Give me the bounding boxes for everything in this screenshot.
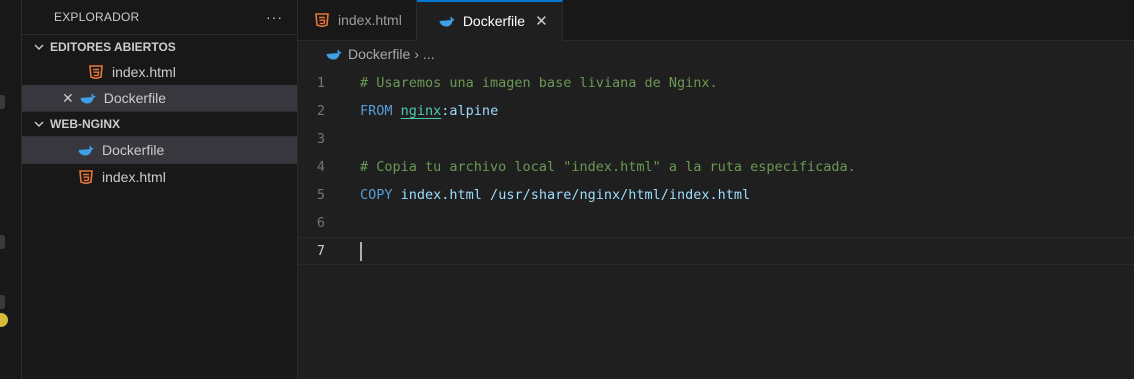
code-keyword: COPY — [360, 187, 393, 203]
file-item-index-html[interactable]: index.html — [22, 164, 297, 190]
open-editor-label: Dockerfile — [103, 90, 166, 106]
html5-icon — [78, 169, 94, 185]
tab-index-html[interactable]: index.html — [298, 0, 417, 40]
line-number: 2 — [316, 103, 325, 119]
activity-bar-marker — [0, 295, 5, 309]
section-web-nginx[interactable]: WEB-NGINX — [22, 111, 297, 136]
explorer-title: EXPLORADOR — [54, 10, 140, 24]
code-comment: # Usaremos una imagen base liviana de Ng… — [360, 75, 718, 91]
activity-bar-marker — [0, 235, 5, 249]
docker-icon — [78, 142, 94, 158]
code-line: 2 FROM nginx:alpine — [298, 97, 1134, 125]
file-label: index.html — [102, 169, 166, 185]
activity-bar — [0, 0, 22, 379]
docker-icon — [80, 90, 96, 106]
open-editor-item-dockerfile[interactable]: ✕ Dockerfile — [22, 85, 297, 111]
code-args: index.html /usr/share/nginx/html/index.h… — [400, 187, 751, 203]
chevron-down-icon — [34, 44, 44, 50]
file-label: Dockerfile — [102, 142, 165, 158]
code-keyword: FROM — [360, 103, 393, 119]
line-number: 5 — [316, 187, 325, 203]
more-actions-button[interactable]: ··· — [266, 9, 283, 25]
code-line: 3 — [298, 125, 1134, 153]
docker-icon — [439, 13, 455, 29]
code-line: 6 — [298, 209, 1134, 237]
code-comment: # Copia tu archivo local "index.html" a … — [360, 159, 856, 175]
html5-icon — [314, 12, 330, 28]
image-link[interactable]: nginx — [401, 103, 442, 119]
tab-dockerfile[interactable]: Dockerfile ✕ — [416, 0, 563, 41]
section-open-editors-label: EDITORES ABIERTOS — [50, 40, 176, 54]
section-web-nginx-label: WEB-NGINX — [50, 117, 120, 131]
text-cursor — [360, 241, 362, 261]
line-number: 6 — [316, 215, 325, 231]
file-item-dockerfile[interactable]: Dockerfile — [22, 136, 297, 164]
section-open-editors[interactable]: EDITORES ABIERTOS — [22, 34, 297, 59]
image-tag: :alpine — [441, 103, 499, 119]
code-line-current: 7 — [298, 237, 1134, 265]
close-icon[interactable]: ✕ — [535, 12, 548, 30]
chevron-down-icon — [34, 121, 44, 127]
line-number: 3 — [316, 131, 325, 147]
tab-label: Dockerfile — [462, 13, 526, 29]
open-editor-label: index.html — [112, 64, 176, 80]
line-number: 4 — [316, 159, 325, 175]
breadcrumb-file[interactable]: Dockerfile — [348, 46, 410, 62]
code-line: 1 # Usaremos una imagen base liviana de … — [298, 69, 1134, 97]
code-line: 4 # Copia tu archivo local "index.html" … — [298, 153, 1134, 181]
html5-icon — [88, 64, 104, 80]
breadcrumb-separator: › — [414, 46, 419, 62]
code-editor[interactable]: 1 # Usaremos una imagen base liviana de … — [298, 67, 1134, 265]
tab-label: index.html — [338, 12, 402, 28]
editor-area: index.html Dockerfile ✕ Dockerfile › ...… — [298, 0, 1134, 379]
editor-tabs: index.html Dockerfile ✕ — [298, 0, 1134, 41]
code-line: 5 COPY index.html /usr/share/nginx/html/… — [298, 181, 1134, 209]
warning-indicator-icon[interactable] — [0, 313, 8, 327]
close-icon[interactable]: ✕ — [62, 90, 74, 107]
breadcrumb-more[interactable]: ... — [423, 46, 435, 62]
open-editor-item-index-html[interactable]: index.html — [22, 59, 297, 85]
activity-bar-marker — [0, 95, 5, 109]
line-number: 7 — [316, 243, 325, 259]
explorer-sidebar: EXPLORADOR ··· EDITORES ABIERTOS index.h… — [22, 0, 298, 379]
line-number: 1 — [316, 75, 325, 91]
docker-icon — [326, 46, 342, 62]
explorer-header: EXPLORADOR ··· — [22, 0, 297, 34]
breadcrumb: Dockerfile › ... — [298, 41, 1134, 67]
